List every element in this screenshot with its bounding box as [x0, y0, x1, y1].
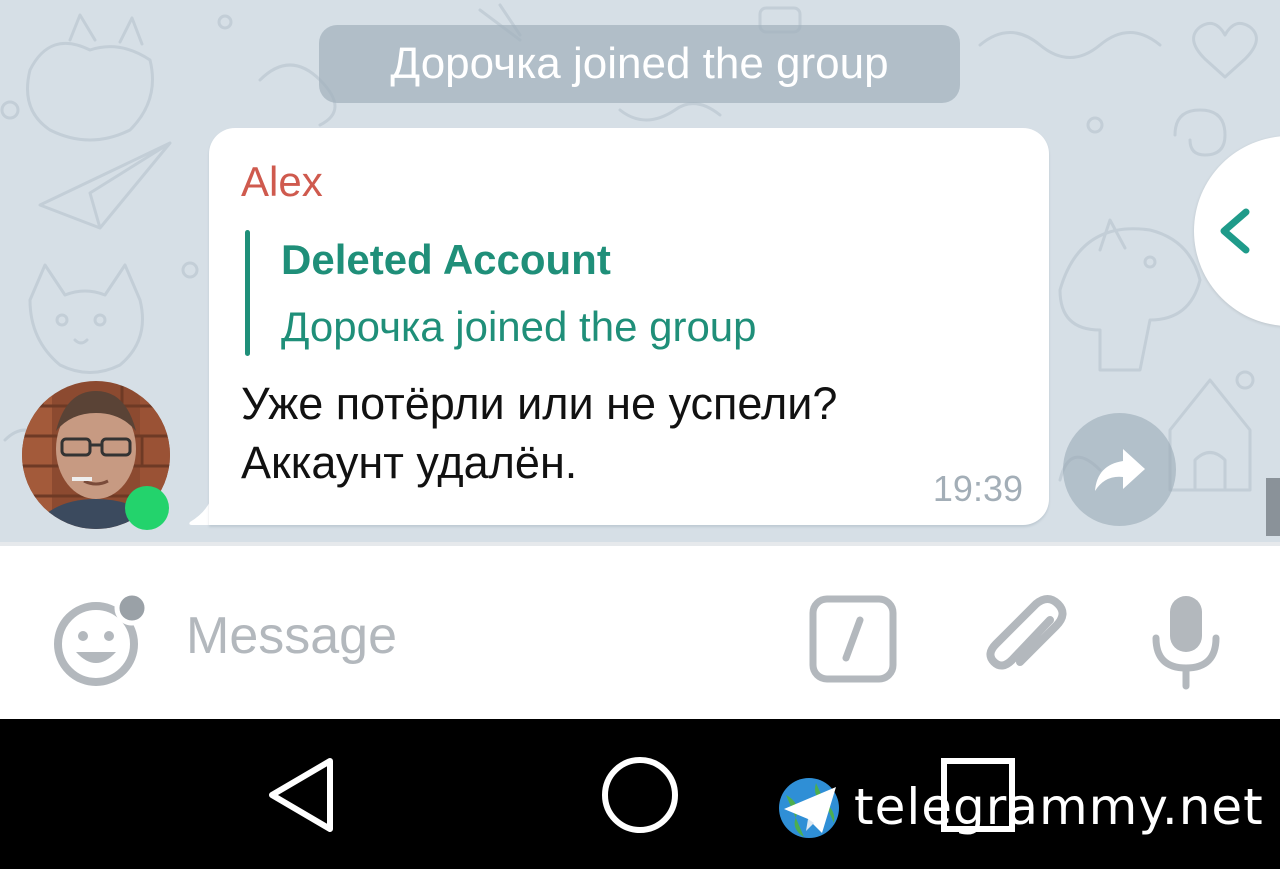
service-message-text: Дорочка joined the group [390, 39, 889, 88]
microphone-icon[interactable] [1148, 590, 1224, 690]
smiley-icon[interactable] [50, 592, 150, 688]
service-message-pill: Дорочка joined the group [319, 25, 960, 103]
message-composer [0, 542, 1280, 719]
chat-history[interactable]: Дорочка joined the group Alex Deleted Ac… [0, 0, 1280, 542]
message-input[interactable] [180, 588, 766, 684]
forward-arrow-icon [1095, 449, 1145, 491]
system-navigation-bar: telegrammy.net [0, 719, 1280, 869]
circle-home-icon[interactable] [598, 753, 682, 837]
chevron-left-icon [1220, 208, 1250, 254]
reply-author[interactable]: Deleted Account [281, 236, 611, 284]
reply-preview-text[interactable]: Дорочка joined the group [281, 303, 757, 351]
slash-command-icon[interactable] [808, 594, 898, 684]
watermark-text: telegrammy.net [854, 778, 1264, 836]
sender-name[interactable]: Alex [241, 158, 323, 206]
message-bubble[interactable]: Alex Deleted Account Дорочка joined the … [209, 128, 1049, 525]
scrollbar[interactable] [1266, 478, 1280, 536]
message-timestamp: 19:39 [932, 468, 1023, 509]
message-text: Уже потёрли или не успели? Аккаунт удалё… [241, 378, 838, 488]
telegram-chat-screen: Дорочка joined the group Alex Deleted Ac… [0, 0, 1280, 869]
paperclip-icon[interactable] [980, 590, 1070, 686]
online-status-indicator [125, 486, 169, 530]
globe-paper-plane-icon [779, 778, 839, 838]
triangle-back-icon[interactable] [262, 753, 342, 837]
reply-accent-bar [245, 230, 250, 356]
forward-message-button[interactable] [1063, 413, 1176, 526]
